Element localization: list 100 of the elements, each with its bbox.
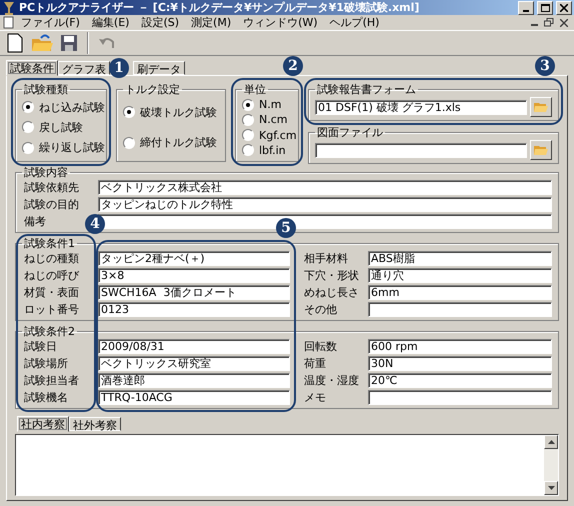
folder-icon (31, 34, 53, 52)
radio-label: N.cm (259, 113, 288, 126)
radio-button[interactable] (242, 129, 254, 142)
radio-label: 戻し試験 (39, 120, 83, 135)
text-field[interactable] (368, 390, 552, 405)
down-arrow-icon (548, 486, 554, 490)
field-label: 荷重 (303, 356, 327, 371)
text-field[interactable]: 酒巻達郎 (98, 373, 290, 388)
field-label: 試験の目的 (23, 197, 80, 212)
radio-button[interactable] (22, 142, 34, 154)
minimize-button[interactable] (518, 0, 534, 14)
field-label: ねじの呼び (23, 268, 80, 283)
group-title: 試験条件2 (23, 324, 76, 339)
radio-button[interactable] (242, 144, 254, 156)
text-field[interactable] (315, 142, 527, 158)
field-label: めねじ長さ (303, 285, 360, 300)
notes-text-area[interactable] (15, 434, 559, 496)
text-field[interactable]: ベクトリックス研究室 (98, 356, 290, 371)
app-icon (2, 0, 16, 14)
text-field[interactable]: タッピン2種ナベ(＋) (98, 251, 290, 266)
field-label: 試験場所 (23, 356, 69, 371)
close-icon (560, 18, 568, 26)
maximize-icon (540, 4, 550, 12)
group-title: 試験内容 (23, 165, 69, 180)
undo-icon (98, 35, 116, 51)
text-field[interactable]: 0123 (98, 302, 290, 317)
radio-button[interactable] (123, 106, 135, 118)
scroll-up-button[interactable] (544, 435, 558, 449)
field-label: ねじの種類 (23, 251, 80, 266)
group-title: 図面ファイル (316, 125, 384, 140)
text-field[interactable]: ベクトリックス株式会社 (98, 180, 552, 195)
callout-number: 3 (535, 56, 555, 76)
text-field[interactable]: 6mm (368, 285, 552, 300)
field-label: 温度・湿度 (303, 373, 360, 388)
menu-item[interactable]: 設定(S) (135, 15, 186, 30)
tab[interactable]: 刷データ (133, 61, 185, 75)
radio-label: lbf.in (259, 144, 286, 157)
menu-item[interactable]: ウィンドウ(W) (237, 15, 324, 30)
group-title: 試験条件1 (23, 236, 76, 251)
minimize-icon (531, 24, 538, 26)
text-field[interactable]: 通り穴 (368, 268, 552, 283)
radio-label: 繰り返し試験 (39, 140, 105, 156)
callout-number: 5 (276, 218, 296, 238)
field-label: 試験担当者 (23, 373, 80, 388)
callout-number: 1 (109, 58, 129, 78)
group-title: 試験報告書フォーム (316, 82, 417, 97)
field-label: 試験日 (23, 339, 58, 354)
text-field[interactable]: 01 DSF(1) 破壊 グラフ1.xls (315, 100, 527, 114)
field-label: 下穴・形状 (303, 268, 360, 283)
minimize-icon (523, 10, 529, 12)
field-label: ロット番号 (23, 302, 80, 317)
radio-label: ねじ込み試験 (39, 100, 105, 115)
radio-label: 締付トルク試験 (140, 135, 217, 150)
browse-button[interactable] (530, 97, 552, 117)
menu-item[interactable]: 測定(M) (185, 15, 238, 30)
text-field[interactable]: SWCH16A 3価クロメート (98, 285, 290, 300)
field-label: 回転数 (303, 339, 338, 354)
text-field[interactable]: 30N (368, 356, 552, 371)
close-button[interactable] (557, 18, 571, 26)
field-label: 試験機名 (23, 390, 69, 405)
text-field[interactable]: ABS樹脂 (368, 251, 552, 266)
field-label: 材質・表面 (23, 285, 80, 300)
tab[interactable]: グラフ表 (58, 61, 110, 75)
group-title: トルク設定 (124, 82, 181, 97)
browse-button[interactable] (530, 140, 552, 160)
menu-item[interactable]: 編集(E) (86, 15, 136, 30)
text-field[interactable]: タッピンねじのトルク特性 (98, 197, 552, 212)
field-label: その他 (303, 302, 338, 317)
menu-item[interactable]: ファイル(F) (15, 15, 86, 30)
field-label: 試験依頼先 (23, 180, 80, 195)
tab[interactable]: 社外考察 (69, 417, 121, 431)
restore-icon (544, 18, 554, 27)
text-field[interactable]: 2009/08/31 (98, 339, 290, 354)
text-field[interactable]: 3×8 (98, 268, 290, 283)
text-field[interactable]: 20℃ (368, 373, 552, 388)
radio-button[interactable] (22, 101, 34, 114)
maximize-button[interactable] (537, 0, 553, 14)
folder-icon (534, 101, 548, 113)
radio-button[interactable] (242, 98, 254, 111)
radio-button[interactable] (242, 114, 254, 126)
field-label: 備考 (23, 214, 47, 229)
radio-button[interactable] (123, 136, 135, 149)
text-field[interactable]: TTRQ-10ACG (98, 390, 290, 405)
tab[interactable]: 社内考察 (17, 416, 69, 432)
folder-icon (534, 144, 548, 156)
callout-number: 4 (85, 214, 105, 234)
close-icon (560, 4, 568, 12)
radio-label: 破壊トルク試験 (140, 104, 217, 120)
tab[interactable]: 試験条件 (6, 60, 58, 76)
close-button[interactable] (556, 0, 572, 14)
field-label: 相手材料 (303, 251, 349, 266)
window-title: PCトルクアナライザー － [C:¥トルクデータ¥サンプルデータ¥1破壊試験.xml] (19, 0, 420, 15)
radio-button[interactable] (22, 121, 34, 134)
scroll-down-button[interactable] (544, 481, 558, 495)
up-arrow-icon (548, 440, 554, 444)
text-field[interactable] (368, 302, 552, 317)
text-field[interactable]: 600 rpm (368, 339, 552, 354)
radio-label: Kgf.cm (259, 128, 297, 142)
menu-item[interactable]: ヘルプ(H) (324, 15, 386, 30)
callout-number: 2 (283, 56, 303, 76)
